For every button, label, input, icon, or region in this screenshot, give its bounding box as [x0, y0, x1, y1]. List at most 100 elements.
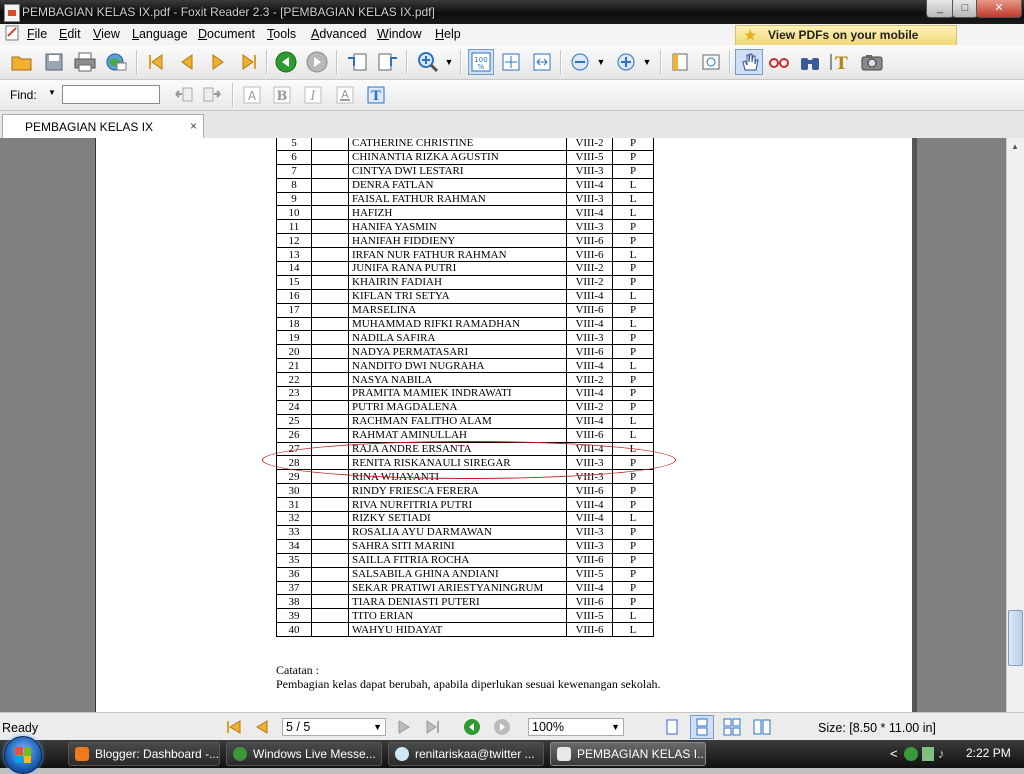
find-previous-icon[interactable] — [172, 83, 196, 107]
cell-cls: VIII-4 — [566, 316, 613, 332]
menu-file[interactable]: File — [27, 27, 47, 41]
page-dropdown-icon[interactable]: ▼ — [373, 719, 382, 735]
taskbar-item-blogger[interactable]: Blogger: Dashboard -... — [68, 742, 220, 766]
status-last-page-icon[interactable] — [421, 715, 445, 739]
italic-icon[interactable]: I — [301, 83, 325, 107]
cell-cls: VIII-6 — [566, 247, 613, 263]
volume-tray-icon[interactable]: ♪ — [938, 746, 945, 761]
scroll-up-icon[interactable]: ▲ — [1011, 142, 1019, 151]
close-window-button[interactable]: ✕ — [976, 0, 1022, 18]
zoom-in-icon[interactable] — [614, 50, 638, 74]
taskbar-item-messenger[interactable]: Windows Live Messe... — [226, 742, 382, 766]
menu-language[interactable]: Language — [132, 27, 188, 41]
foxit-doc-icon[interactable] — [3, 23, 21, 43]
menu-document[interactable]: Document — [198, 27, 255, 41]
actual-size-icon[interactable]: 100% — [468, 49, 494, 75]
last-page-icon[interactable] — [237, 50, 261, 74]
cell-cls: VIII-5 — [566, 608, 613, 624]
save-icon[interactable] — [42, 50, 66, 74]
continuous-view-icon[interactable] — [690, 715, 714, 739]
text-size-icon[interactable]: A — [240, 83, 264, 107]
zoom-in-dropdown-icon[interactable]: ▼ — [640, 50, 654, 74]
cell-blank — [311, 149, 349, 165]
cell-sex: P — [612, 386, 654, 401]
menu-view[interactable]: View — [93, 27, 120, 41]
zoom-level-field[interactable]: 100% ▼ — [528, 718, 624, 736]
menu-help[interactable]: Help — [435, 27, 461, 41]
find-binoculars-icon[interactable] — [798, 50, 822, 74]
zoom-out-icon[interactable] — [568, 50, 592, 74]
zoom-dropdown-icon[interactable]: ▼ — [611, 719, 620, 735]
table-row: 35 SAILLA FITRIA ROCHA VIII-6 P — [276, 552, 654, 568]
document-tab[interactable]: PEMBAGIAN KELAS IX × — [2, 114, 204, 138]
table-row: 22 NASYA NABILA VIII-2 P — [276, 372, 654, 388]
go-back-icon[interactable] — [274, 50, 298, 74]
menu-tools[interactable]: Tools — [267, 27, 296, 41]
email-globe-icon[interactable] — [104, 50, 128, 74]
page-number-field[interactable]: 5 / 5 ▼ — [282, 718, 386, 736]
menu-window[interactable]: Window — [377, 27, 421, 41]
first-page-icon[interactable] — [144, 50, 168, 74]
network-tray-icon[interactable] — [904, 747, 918, 761]
show-hidden-icons-icon[interactable]: < — [890, 746, 898, 761]
table-row: 34 SAHRA SITI MARINI VIII-3 P — [276, 538, 654, 554]
find-input[interactable] — [62, 85, 160, 104]
status-back-icon[interactable] — [460, 715, 484, 739]
cell-cls: VIII-4 — [566, 580, 613, 596]
rotate-left-icon[interactable] — [345, 50, 369, 74]
status-previous-page-icon[interactable] — [250, 715, 274, 739]
cell-cls: VIII-2 — [566, 399, 613, 415]
table-row: 5 CATHERINE CHRISTINE VIII-2 P — [276, 138, 654, 151]
close-tab-icon[interactable]: × — [190, 119, 197, 133]
status-next-page-icon[interactable] — [392, 715, 416, 739]
taskbar-item-foxit[interactable]: PEMBAGIAN KELAS I... — [550, 742, 706, 766]
rotate-right-icon[interactable] — [376, 50, 400, 74]
bold-icon[interactable]: B — [270, 83, 294, 107]
select-text-icon[interactable] — [767, 50, 791, 74]
hand-tool-icon[interactable] — [735, 49, 763, 75]
svg-text:T: T — [835, 54, 848, 72]
cell-sex: P — [612, 372, 654, 388]
mobile-promo-banner[interactable]: ★ View PDFs on your mobile devices — [735, 25, 957, 61]
find-next-icon[interactable] — [200, 83, 224, 107]
cell-cls: VIII-4 — [566, 177, 613, 193]
zoom-out-dropdown-icon[interactable]: ▼ — [594, 50, 608, 74]
cell-cls: VIII-3 — [566, 219, 613, 235]
scrollbar-thumb[interactable] — [1008, 610, 1023, 666]
document-viewer[interactable]: 5 CATHERINE CHRISTINE VIII-2 P 6 CHINANTIA RI… — [0, 138, 1024, 712]
status-first-page-icon[interactable] — [222, 715, 246, 739]
previous-page-icon[interactable] — [175, 50, 199, 74]
full-screen-icon[interactable] — [699, 50, 723, 74]
restore-button[interactable]: □ — [952, 0, 978, 18]
vertical-scrollbar[interactable]: ▲ — [1006, 138, 1024, 712]
font-color-icon[interactable]: A — [333, 83, 357, 107]
go-forward-icon[interactable] — [305, 50, 329, 74]
single-page-view-icon[interactable] — [660, 715, 684, 739]
taskbar-item-twitter[interactable]: renitariskaa@twitter ... — [388, 742, 544, 766]
status-forward-icon[interactable] — [490, 715, 514, 739]
bookmark-panel-icon[interactable] — [668, 50, 692, 74]
print-icon[interactable] — [73, 50, 97, 74]
find-options-dropdown-icon[interactable]: ▼ — [48, 88, 56, 97]
continuous-facing-view-icon[interactable] — [750, 715, 774, 739]
facing-view-icon[interactable] — [720, 715, 744, 739]
cell-cls: VIII-6 — [566, 552, 613, 568]
fit-width-icon[interactable] — [530, 50, 554, 74]
zoom-in-tool-icon[interactable] — [416, 50, 440, 74]
start-button[interactable] — [4, 736, 42, 774]
zoom-tool-dropdown-icon[interactable]: ▼ — [442, 50, 456, 74]
cell-no: 24 — [276, 399, 312, 415]
next-page-icon[interactable] — [206, 50, 230, 74]
fit-page-icon[interactable] — [499, 50, 523, 74]
menu-edit[interactable]: Edit — [59, 27, 81, 41]
open-folder-icon[interactable] — [10, 50, 34, 74]
menu-advanced[interactable]: Advanced — [311, 27, 367, 41]
text-box-icon[interactable]: T — [364, 83, 388, 107]
snapshot-camera-icon[interactable] — [860, 50, 884, 74]
cell-cls: VIII-6 — [566, 344, 613, 360]
minimize-button[interactable]: _ — [926, 0, 954, 18]
taskbar-clock[interactable]: 2:22 PM — [966, 746, 1011, 760]
security-tray-icon[interactable] — [922, 747, 934, 761]
typewriter-icon[interactable]: T — [829, 50, 853, 74]
cell-sex: L — [612, 511, 654, 526]
